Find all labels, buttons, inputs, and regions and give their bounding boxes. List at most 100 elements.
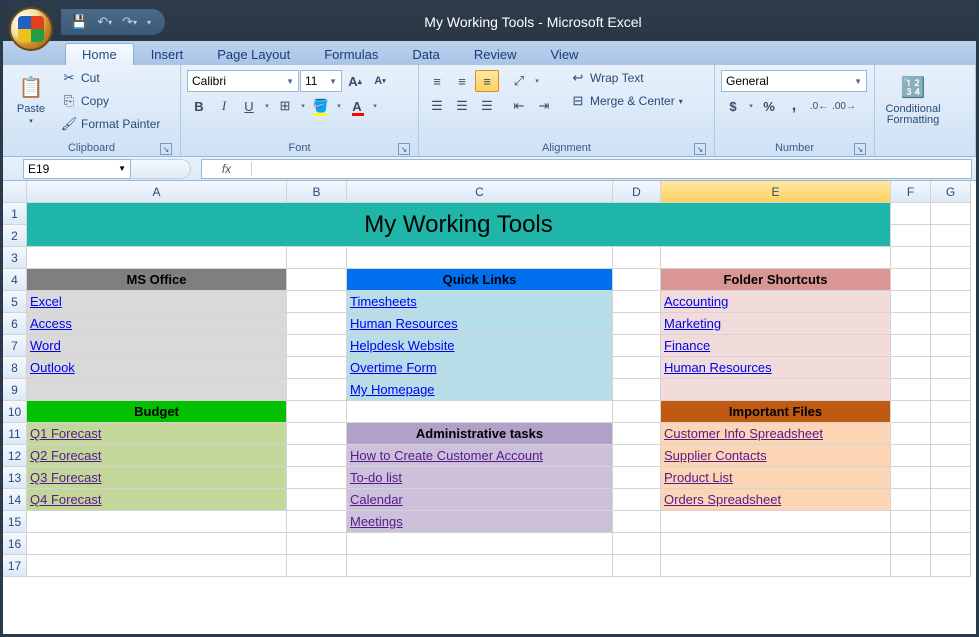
tab-review[interactable]: Review — [457, 43, 534, 65]
row-14[interactable]: 14 — [3, 489, 27, 511]
conditional-formatting-button[interactable]: 🔢 Conditional Formatting — [881, 67, 945, 131]
link-accounting[interactable]: Accounting — [664, 294, 728, 309]
qat-customize-icon[interactable]: ▾ — [147, 18, 151, 27]
font-size-combo[interactable]: 11▼ — [300, 70, 342, 92]
save-icon[interactable]: 💾 — [71, 14, 87, 30]
col-E[interactable]: E — [661, 181, 891, 203]
border-dropdown[interactable]: ▾ — [298, 95, 308, 117]
row-2[interactable]: 2 — [3, 225, 27, 247]
align-top-button[interactable]: ≡ — [425, 70, 449, 92]
comma-button[interactable]: , — [782, 95, 806, 117]
tab-formulas[interactable]: Formulas — [307, 43, 395, 65]
formula-input-area[interactable]: fx — [201, 159, 972, 179]
row-12[interactable]: 12 — [3, 445, 27, 467]
font-name-combo[interactable]: Calibri▼ — [187, 70, 299, 92]
spreadsheet-grid[interactable]: A B C D E F G 1 My Working Tools 2 3 4 M… — [3, 181, 976, 577]
alignment-launcher[interactable]: ↘ — [694, 143, 706, 155]
header-important-files[interactable]: Important Files — [661, 401, 891, 423]
row-7[interactable]: 7 — [3, 335, 27, 357]
link-product-list[interactable]: Product List — [664, 470, 733, 485]
sheet-title[interactable]: My Working Tools — [27, 203, 891, 247]
select-all-corner[interactable] — [3, 181, 27, 203]
merge-center-button[interactable]: ⊟Merge & Center ▾ — [566, 90, 687, 112]
number-launcher[interactable]: ↘ — [854, 143, 866, 155]
header-quick-links[interactable]: Quick Links — [347, 269, 613, 291]
col-B[interactable]: B — [287, 181, 347, 203]
link-q1[interactable]: Q1 Forecast — [30, 426, 102, 441]
increase-indent-button[interactable]: ⇥ — [532, 95, 556, 117]
link-supplier[interactable]: Supplier Contacts — [664, 448, 767, 463]
row-10[interactable]: 10 — [3, 401, 27, 423]
row-11[interactable]: 11 — [3, 423, 27, 445]
header-admin[interactable]: Administrative tasks — [347, 423, 613, 445]
grow-font-button[interactable]: A▴ — [343, 70, 367, 92]
row-9[interactable]: 9 — [3, 379, 27, 401]
font-launcher[interactable]: ↘ — [398, 143, 410, 155]
link-meetings[interactable]: Meetings — [350, 514, 403, 529]
fx-icon[interactable]: fx — [202, 162, 252, 176]
link-q4[interactable]: Q4 Forecast — [30, 492, 102, 507]
row-6[interactable]: 6 — [3, 313, 27, 335]
percent-button[interactable]: % — [757, 95, 781, 117]
link-excel[interactable]: Excel — [30, 294, 62, 309]
col-G[interactable]: G — [931, 181, 971, 203]
underline-dropdown[interactable]: ▾ — [262, 95, 272, 117]
italic-button[interactable]: I — [212, 95, 236, 117]
tab-home[interactable]: Home — [65, 43, 134, 65]
font-color-dropdown[interactable]: ▾ — [370, 95, 380, 117]
link-access[interactable]: Access — [30, 316, 72, 331]
link-q2[interactable]: Q2 Forecast — [30, 448, 102, 463]
name-box[interactable]: E19▼ — [23, 159, 131, 179]
link-todo[interactable]: To-do list — [350, 470, 402, 485]
orientation-dropdown[interactable]: ▾ — [532, 70, 542, 92]
header-ms-office[interactable]: MS Office — [27, 269, 287, 291]
col-D[interactable]: D — [613, 181, 661, 203]
accounting-dropdown[interactable]: ▾ — [746, 95, 756, 117]
decrease-indent-button[interactable]: ⇤ — [507, 95, 531, 117]
link-myhomepage[interactable]: My Homepage — [350, 382, 435, 397]
row-16[interactable]: 16 — [3, 533, 27, 555]
fill-dropdown[interactable]: ▾ — [334, 95, 344, 117]
row-5[interactable]: 5 — [3, 291, 27, 313]
header-folder-shortcuts[interactable]: Folder Shortcuts — [661, 269, 891, 291]
header-budget[interactable]: Budget — [27, 401, 287, 423]
bold-button[interactable]: B — [187, 95, 211, 117]
undo-icon[interactable]: ↶▾ — [97, 14, 112, 30]
copy-button[interactable]: ⎘Copy — [57, 90, 164, 112]
tab-insert[interactable]: Insert — [134, 43, 201, 65]
link-calendar[interactable]: Calendar — [350, 492, 403, 507]
col-A[interactable]: A — [27, 181, 287, 203]
align-middle-button[interactable]: ≡ — [450, 70, 474, 92]
office-button[interactable] — [9, 7, 53, 51]
tab-page-layout[interactable]: Page Layout — [200, 43, 307, 65]
link-q3[interactable]: Q3 Forecast — [30, 470, 102, 485]
row-17[interactable]: 17 — [3, 555, 27, 577]
link-customer-info[interactable]: Customer Info Spreadsheet — [664, 426, 823, 441]
link-overtime[interactable]: Overtime Form — [350, 360, 437, 375]
row-13[interactable]: 13 — [3, 467, 27, 489]
row-15[interactable]: 15 — [3, 511, 27, 533]
link-outlook[interactable]: Outlook — [30, 360, 75, 375]
increase-decimal-button[interactable]: .0← — [807, 95, 831, 117]
namebox-handle[interactable] — [131, 159, 191, 179]
align-left-button[interactable]: ☰ — [425, 95, 449, 117]
number-format-combo[interactable]: General▼ — [721, 70, 867, 92]
link-helpdesk[interactable]: Helpdesk Website — [350, 338, 455, 353]
row-3[interactable]: 3 — [3, 247, 27, 269]
link-create-account[interactable]: How to Create Customer Account — [350, 448, 543, 463]
link-marketing[interactable]: Marketing — [664, 316, 721, 331]
decrease-decimal-button[interactable]: .00→ — [832, 95, 856, 117]
link-hr-folder[interactable]: Human Resources — [664, 360, 772, 375]
paste-button[interactable]: 📋 Paste▾ — [9, 67, 53, 132]
shrink-font-button[interactable]: A▾ — [368, 70, 392, 92]
redo-icon[interactable]: ↷▾ — [122, 14, 137, 30]
row-1[interactable]: 1 — [3, 203, 27, 225]
underline-button[interactable]: U — [237, 95, 261, 117]
link-finance[interactable]: Finance — [664, 338, 710, 353]
link-timesheets[interactable]: Timesheets — [350, 294, 417, 309]
cut-button[interactable]: ✂Cut — [57, 67, 164, 89]
orientation-button[interactable]: ⤢ — [507, 70, 531, 92]
wrap-text-button[interactable]: ↩Wrap Text — [566, 67, 687, 89]
row-4[interactable]: 4 — [3, 269, 27, 291]
accounting-button[interactable]: $ — [721, 95, 745, 117]
